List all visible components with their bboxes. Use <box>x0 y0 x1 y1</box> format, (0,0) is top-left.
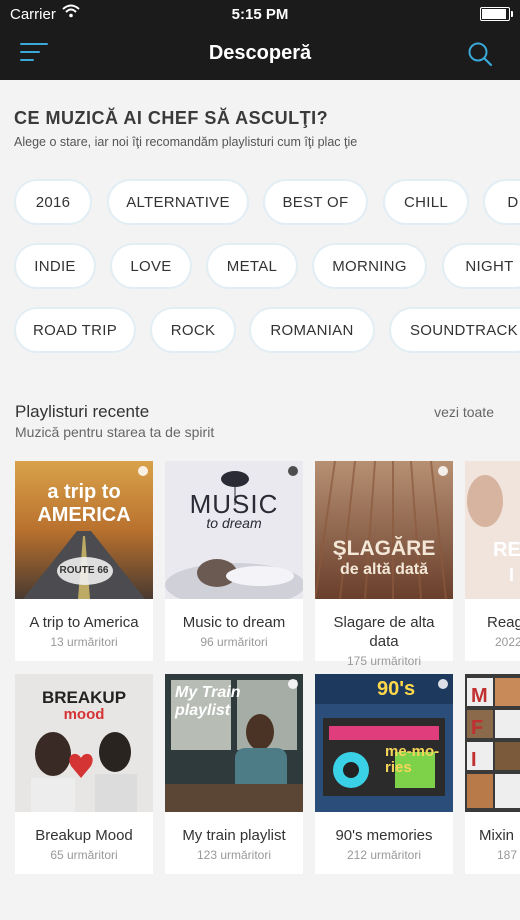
cover-text: My Train <box>175 684 241 701</box>
mood-question-subtitle: Alege o stare, iar noi îţi recomandăm pl… <box>14 135 358 149</box>
tag-chip[interactable]: ROMANIAN <box>249 307 375 353</box>
tag-chip[interactable]: ROCK <box>150 307 236 353</box>
clock: 5:15 PM <box>231 6 289 23</box>
cover-subtext: mood <box>63 706 105 723</box>
tag-chip[interactable]: 2016 <box>14 179 92 225</box>
playlist-followers: 13 urmăritori <box>50 635 118 649</box>
tag-row: INDIE LOVE METAL MORNING NIGHT <box>0 243 520 293</box>
cover-text: RE <box>493 539 520 561</box>
playlist-followers: 123 urmăritori <box>196 848 272 862</box>
cover-subtext: me-mo-ries <box>385 743 440 776</box>
recent-playlists-subtitle: Muzică pentru starea ta de spirit <box>15 424 215 440</box>
top-bar: Carrier 5:15 PM Descoperă <box>0 0 520 80</box>
cover-subtext: playlist <box>175 702 231 719</box>
live-dot-icon <box>438 679 448 689</box>
playlist-followers: 65 urmăritori <box>50 848 118 862</box>
cover-text: a trip to AMERICA <box>37 481 131 526</box>
playlist-card[interactable]: RE I Reag 2022 <box>465 461 520 661</box>
cover-subtext: to dream <box>206 515 262 531</box>
playlist-card[interactable]: BREAKUP mood Breakup Mood 65 urmăritori <box>15 674 153 874</box>
playlist-card[interactable]: My Train playlist My train playlist 123 … <box>165 674 303 874</box>
playlist-followers: 212 urmăritori <box>346 848 422 862</box>
playlist-name: Breakup Mood <box>35 827 133 844</box>
playlist-card[interactable]: a trip to AMERICA ROUTE 66 A trip to Ame… <box>15 461 153 661</box>
playlist-followers: 2022 <box>495 635 520 649</box>
playlist-followers: 175 urmăritori <box>346 654 422 668</box>
battery-icon <box>480 7 513 21</box>
live-dot-icon <box>138 466 148 476</box>
playlist-name: Mixin <box>479 827 515 844</box>
tag-chip[interactable]: SOUNDTRACK <box>389 307 520 353</box>
playlist-name: Music to dream <box>182 614 286 631</box>
see-all-link[interactable]: vezi toate <box>434 404 494 420</box>
cover-text: 90's <box>377 678 416 700</box>
playlist-followers: 187 <box>497 848 518 862</box>
playlist-card[interactable]: 90's me-mo-ries 90's memories 212 urmări… <box>315 674 453 874</box>
playlist-name: A trip to America <box>29 614 139 631</box>
recent-playlists-title: Playlisturi recente <box>15 402 150 421</box>
cover-subtext: de altă dată <box>339 561 429 578</box>
tag-chip[interactable]: METAL <box>206 243 298 289</box>
cover-text: ŞLAGĂRE <box>332 537 436 560</box>
cover-subtext: ROUTE 66 <box>59 565 109 576</box>
mood-question-title: CE MUZICĂ AI CHEF SĂ ASCULŢI? <box>14 108 329 128</box>
status-bar: Carrier 5:15 PM <box>0 0 520 28</box>
playlist-name: 90's memories <box>335 827 433 844</box>
playlist-followers: 96 urmăritori <box>200 635 268 649</box>
search-icon[interactable] <box>466 40 494 68</box>
live-dot-icon <box>288 466 298 476</box>
tag-chip[interactable]: CHILL <box>383 179 469 225</box>
tag-row: ROAD TRIP ROCK ROMANIAN SOUNDTRACK <box>0 307 520 357</box>
playlist-name: Reag <box>487 614 520 631</box>
live-dot-icon <box>438 466 448 476</box>
tag-chip[interactable]: ROAD TRIP <box>14 307 136 353</box>
tag-row: 2016 ALTERNATIVE BEST OF CHILL D <box>0 179 520 229</box>
tag-chip[interactable]: BEST OF <box>263 179 368 225</box>
live-dot-icon <box>288 679 298 689</box>
tag-chip[interactable]: ALTERNATIVE <box>107 179 249 225</box>
tag-chip[interactable]: NIGHT <box>442 243 520 289</box>
cover-text: BREAKUP <box>41 688 127 707</box>
page-title: Descoperă <box>208 42 312 64</box>
tag-chip[interactable]: D <box>483 179 520 225</box>
tag-chip[interactable]: MORNING <box>312 243 427 289</box>
playlist-card[interactable]: M F I Mixin 187 <box>465 674 520 874</box>
cover-text: M F I <box>471 685 488 771</box>
playlist-name: My train playlist <box>182 827 286 844</box>
playlist-card[interactable]: ŞLAGĂRE de altă dată Slagare de alta dat… <box>315 461 453 668</box>
tag-chip[interactable]: LOVE <box>110 243 192 289</box>
tag-chip[interactable]: INDIE <box>14 243 96 289</box>
playlist-name: Slagare de alta data <box>333 614 435 650</box>
cover-subtext: I <box>509 565 515 585</box>
playlist-card[interactable]: MUSIC to dream Music to dream 96 urmărit… <box>165 461 303 661</box>
